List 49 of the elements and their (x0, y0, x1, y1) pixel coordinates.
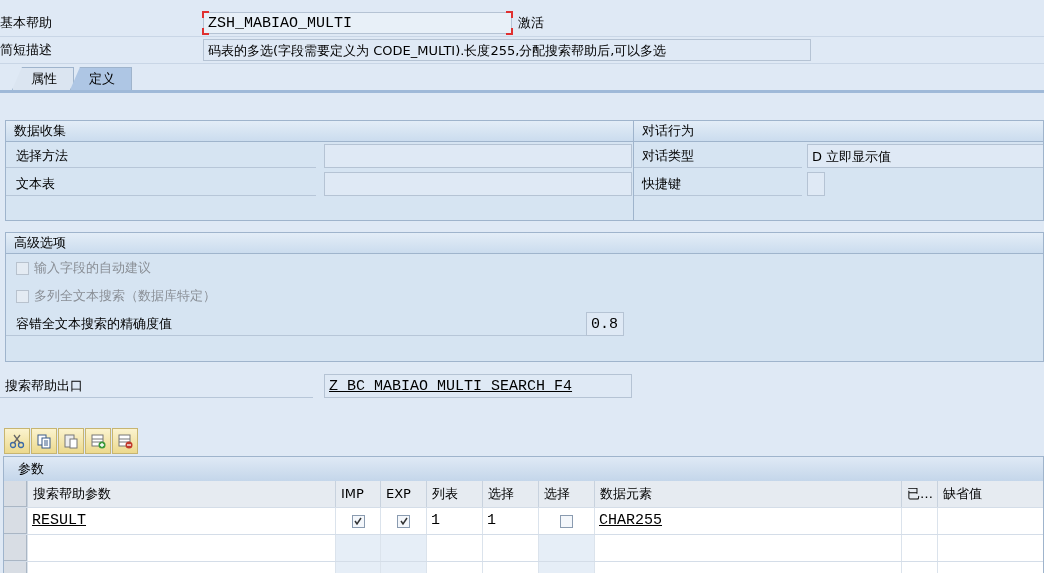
column-header[interactable]: 数据元素 (594, 481, 901, 507)
status-text: 激活 (518, 14, 544, 32)
group-title: 对话行为 (634, 121, 1043, 142)
checkbox[interactable] (397, 514, 410, 528)
column-header[interactable]: 已… (901, 481, 937, 507)
cut-icon[interactable] (4, 428, 30, 454)
column-header[interactable]: 选择 (538, 481, 594, 507)
field-label: 简短描述 (0, 41, 53, 59)
row-selector[interactable] (4, 508, 27, 534)
group-title: 数据收集 (6, 121, 633, 142)
field-label: 容错全文本搜索的精确度值 (6, 312, 586, 336)
delete-row-icon[interactable] (112, 428, 138, 454)
table-cell-text: 1 (431, 511, 440, 531)
input-field[interactable]: Z_BC_MABIAO_MULTI_SEARCH_F4 (324, 374, 632, 398)
field-label: 搜索帮助出口 (0, 374, 313, 398)
input-field[interactable] (324, 144, 632, 168)
insert-row-icon[interactable] (85, 428, 111, 454)
input-field[interactable] (324, 172, 632, 196)
checkbox[interactable] (351, 514, 365, 528)
copy-icon[interactable] (31, 428, 57, 454)
tab[interactable]: 定义 (70, 67, 132, 90)
checkbox[interactable] (560, 514, 573, 528)
column-header[interactable]: 缺省值 (937, 481, 1044, 507)
field-label: 基本帮助 (0, 14, 53, 32)
table-cell-text: RESULT (32, 511, 86, 531)
group-title: 高级选项 (6, 233, 1043, 254)
row-selector[interactable] (4, 481, 27, 507)
paste-icon[interactable] (58, 428, 84, 454)
checkbox-label: 输入字段的自动建议 (34, 259, 151, 277)
input-field[interactable]: 0.8 (586, 312, 624, 336)
column-header[interactable]: 搜索帮助参数 (27, 481, 335, 507)
column-header[interactable]: 列表 (426, 481, 482, 507)
tab[interactable]: 属性 (12, 67, 74, 90)
column-header[interactable]: 选择 (482, 481, 538, 507)
field-label: 对话类型 (634, 144, 802, 168)
table-cell-text: 1 (487, 511, 496, 531)
checkbox-label: 多列全文本搜索（数据库特定） (34, 287, 216, 305)
input-field[interactable] (807, 172, 825, 196)
field-label: 快捷键 (634, 172, 802, 196)
column-header[interactable]: EXP (380, 481, 426, 507)
field-label: 选择方法 (6, 144, 316, 168)
row-selector[interactable] (4, 535, 27, 561)
dropdown-field[interactable]: D 立即显示值 (807, 144, 1043, 168)
input-field[interactable]: 码表的多选(字段需要定义为 CODE_MULTI).长度255,分配搜索帮助后,可以多选 (203, 39, 811, 61)
table-cell-text: CHAR255 (599, 511, 662, 531)
column-header[interactable]: IMP (335, 481, 380, 507)
table-title: 参数 (4, 457, 1043, 481)
field-label: 文本表 (6, 172, 316, 196)
input-field[interactable]: ZSH_MABIAO_MULTI (203, 12, 512, 34)
